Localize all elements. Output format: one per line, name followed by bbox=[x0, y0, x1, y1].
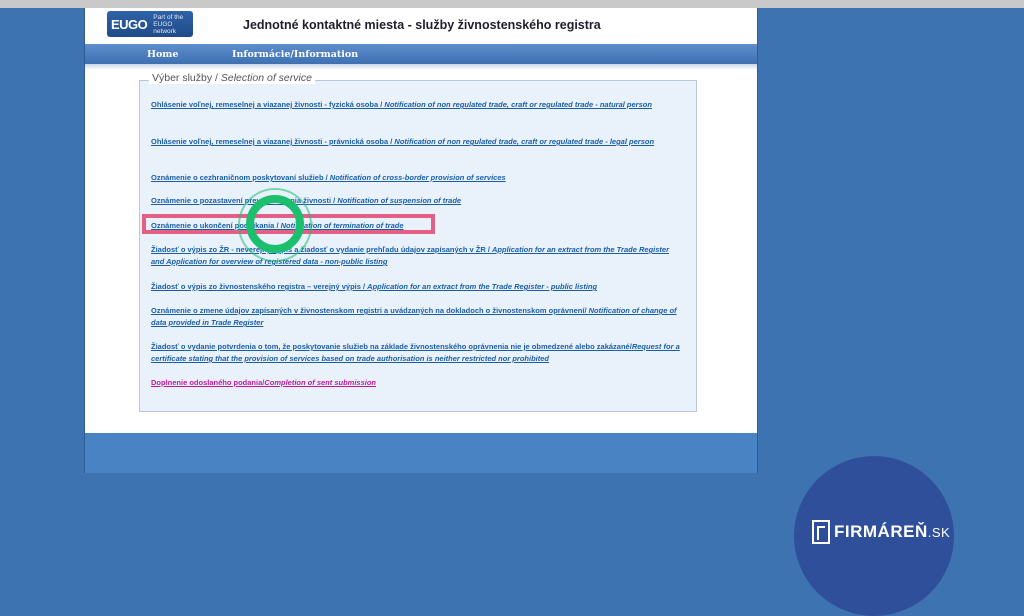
service-en: Notification of cross-border provision o… bbox=[329, 173, 506, 182]
service-link-certificate-request[interactable]: Žiadosť o vydanie potvrdenia o tom, že p… bbox=[151, 341, 681, 365]
service-sk: Žiadosť o vydanie potvrdenia o tom, že p… bbox=[151, 342, 632, 351]
service-sk: Oznámenie o zmene údajov zapísaných v ži… bbox=[151, 306, 589, 315]
service-sk: Žiadosť o výpis zo ŽR - neverejný výpis … bbox=[151, 245, 493, 254]
page-frame: EUGO Part of the EUGO network Jednotné k… bbox=[84, 8, 758, 473]
service-en: Notification of non regulated trade, cra… bbox=[394, 137, 655, 146]
nav-shadow bbox=[85, 64, 757, 70]
service-selection-legend: Výber služby / Selection of service bbox=[149, 72, 315, 84]
nav-info-link[interactable]: Informácie/Information bbox=[232, 49, 358, 60]
service-link-natural-person[interactable]: Ohlásenie voľnej, remeselnej a viazanej … bbox=[151, 99, 681, 111]
legend-en: Selection of service bbox=[220, 72, 312, 84]
brand-watermark-text: FIRMÁREŇ.SK bbox=[834, 522, 950, 542]
page-title: Jednotné kontaktné miesta - služby živno… bbox=[243, 18, 601, 32]
service-sk: Doplnenie odoslaného podania/ bbox=[151, 378, 265, 387]
service-link-nonpublic-extract[interactable]: Žiadosť o výpis zo ŽR - neverejný výpis … bbox=[151, 244, 681, 268]
content-area: EUGO Part of the EUGO network Jednotné k… bbox=[85, 8, 757, 433]
service-link-completion[interactable]: Doplnenie odoslaného podania/Completion … bbox=[151, 377, 681, 389]
nav-home-link[interactable]: Home bbox=[147, 49, 178, 60]
service-en: Application for an extract from the Trad… bbox=[367, 282, 598, 291]
service-link-suspension[interactable]: Oznámenie o pozastavení prevádzkovania ž… bbox=[151, 195, 681, 207]
service-sk: Ohlásenie voľnej, remeselnej a viazanej … bbox=[151, 100, 385, 109]
service-link-public-extract[interactable]: Žiadosť o výpis zo živnostenského regist… bbox=[151, 281, 681, 293]
service-en: Completion of sent submission bbox=[264, 378, 377, 387]
nav-bar: Home Informácie/Information bbox=[85, 44, 757, 64]
logo-subtitle: Part of the EUGO network bbox=[153, 13, 184, 35]
service-link-termination[interactable]: Oznámenie o ukončení podnikania / Notifi… bbox=[151, 220, 681, 232]
service-sk: Ohlásenie voľnej, remeselnej a viazanej … bbox=[151, 137, 395, 146]
legend-sk: Výber služby / bbox=[152, 72, 221, 84]
service-sk: Oznámenie o ukončení podnikania / bbox=[151, 221, 281, 230]
service-sk: Žiadosť o výpis zo živnostenského regist… bbox=[151, 282, 368, 291]
service-en: Notification of non regulated trade, cra… bbox=[384, 100, 652, 109]
service-sk: Oznámenie o pozastavení prevádzkovania ž… bbox=[151, 196, 338, 205]
brand-name: FIRMÁREŇ bbox=[834, 522, 928, 541]
service-link-cross-border[interactable]: Oznámenie o cezhraničnom poskytovaní slu… bbox=[151, 172, 681, 184]
browser-top-strip bbox=[0, 0, 1024, 8]
logo-text: EUGO bbox=[111, 16, 148, 32]
brand-tld: .SK bbox=[927, 525, 951, 540]
brand-logo-icon bbox=[812, 520, 830, 544]
service-link-legal-person[interactable]: Ohlásenie voľnej, remeselnej a viazanej … bbox=[151, 136, 681, 148]
header: EUGO Part of the EUGO network Jednotné k… bbox=[85, 8, 757, 44]
service-en: Notification of termination of trade bbox=[280, 221, 404, 230]
service-en: Notification of suspension of trade bbox=[337, 196, 462, 205]
service-sk: Oznámenie o cezhraničnom poskytovaní slu… bbox=[151, 173, 330, 182]
service-link-change-of-data[interactable]: Oznámenie o zmene údajov zapísaných v ži… bbox=[151, 305, 681, 329]
eugo-logo[interactable]: EUGO Part of the EUGO network bbox=[107, 11, 193, 37]
